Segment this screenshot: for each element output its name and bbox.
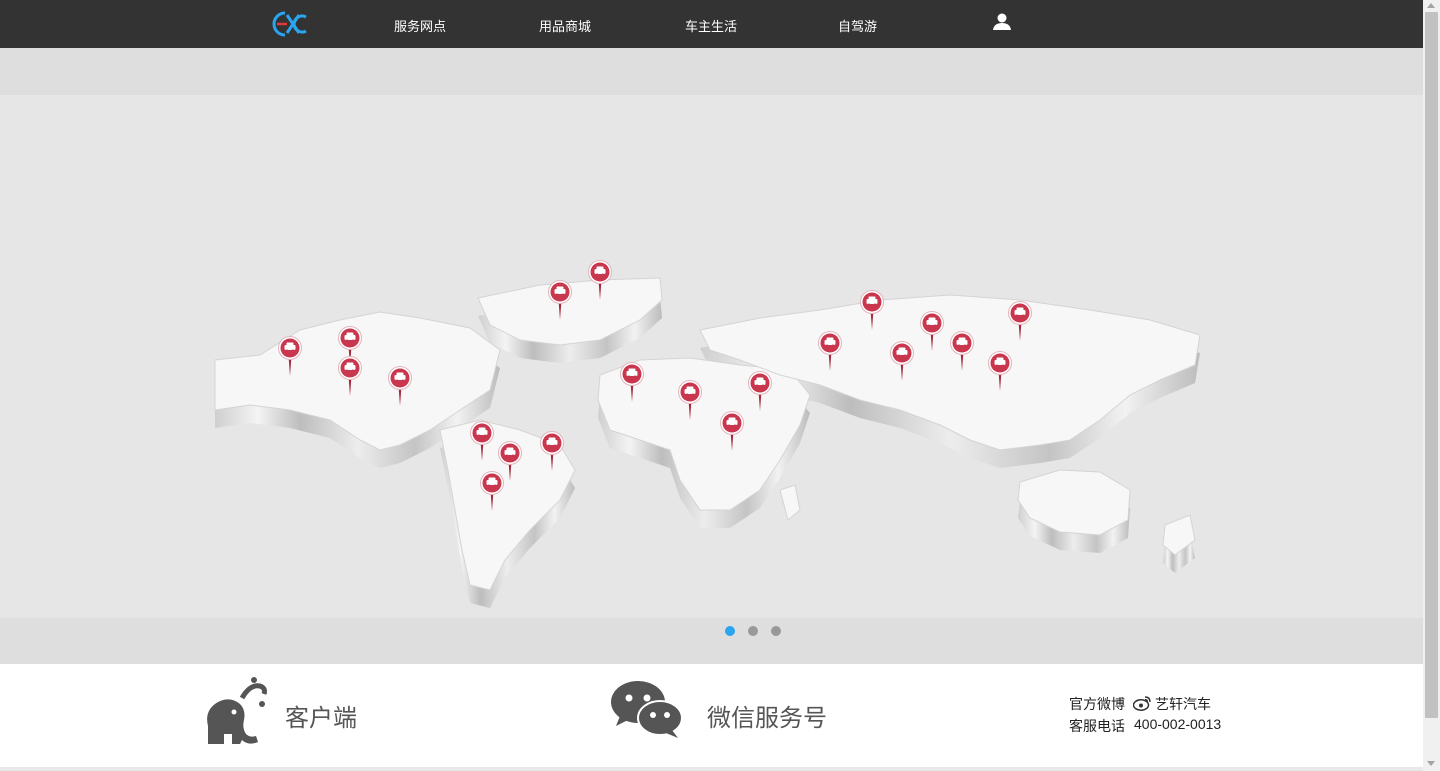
phone-number[interactable]: 400-002-0013 [1134,716,1221,732]
weibo-label: 官方微博 [1069,696,1125,712]
page: 服务网点 用品商城 车主生活 自驾游 客户端 微信服务号 官方微博 艺轩汽车 客… [0,0,1423,771]
nav-item-owner-life[interactable]: 车主生活 [685,16,737,35]
banner-slide[interactable] [0,95,1423,618]
brand-logo-icon[interactable] [272,11,310,37]
world-map-illustration [214,260,1201,608]
scrollbar-thumb[interactable] [1425,12,1438,718]
scroll-down-arrow-icon[interactable] [1427,761,1435,766]
weibo-account-link[interactable]: 艺轩汽车 [1155,694,1211,714]
top-navbar: 服务网点 用品商城 车主生活 自驾游 [0,0,1423,48]
banner-top-band [0,48,1423,95]
wechat-icon[interactable] [610,680,684,740]
nav-item-mall[interactable]: 用品商城 [539,16,591,35]
client-app-label[interactable]: 客户端 [285,698,357,733]
phone-label: 客服电话 [1069,718,1125,734]
elephant-app-icon[interactable] [200,674,272,748]
user-icon[interactable] [992,13,1012,31]
wechat-service-label[interactable]: 微信服务号 [707,698,827,733]
carousel-dot-1[interactable] [725,626,735,636]
weibo-icon[interactable] [1133,695,1151,711]
carousel-dot-2[interactable] [748,626,758,636]
banner-bottom-band [0,618,1423,664]
bottom-divider [0,767,1423,771]
nav-item-service-outlets[interactable]: 服务网点 [394,16,446,35]
scroll-up-arrow-icon[interactable] [1427,3,1435,8]
footer: 客户端 微信服务号 官方微博 艺轩汽车 客服电话 400-002-0013 [0,664,1423,767]
nav-item-road-trip[interactable]: 自驾游 [838,16,877,35]
carousel-dot-3[interactable] [771,626,781,636]
